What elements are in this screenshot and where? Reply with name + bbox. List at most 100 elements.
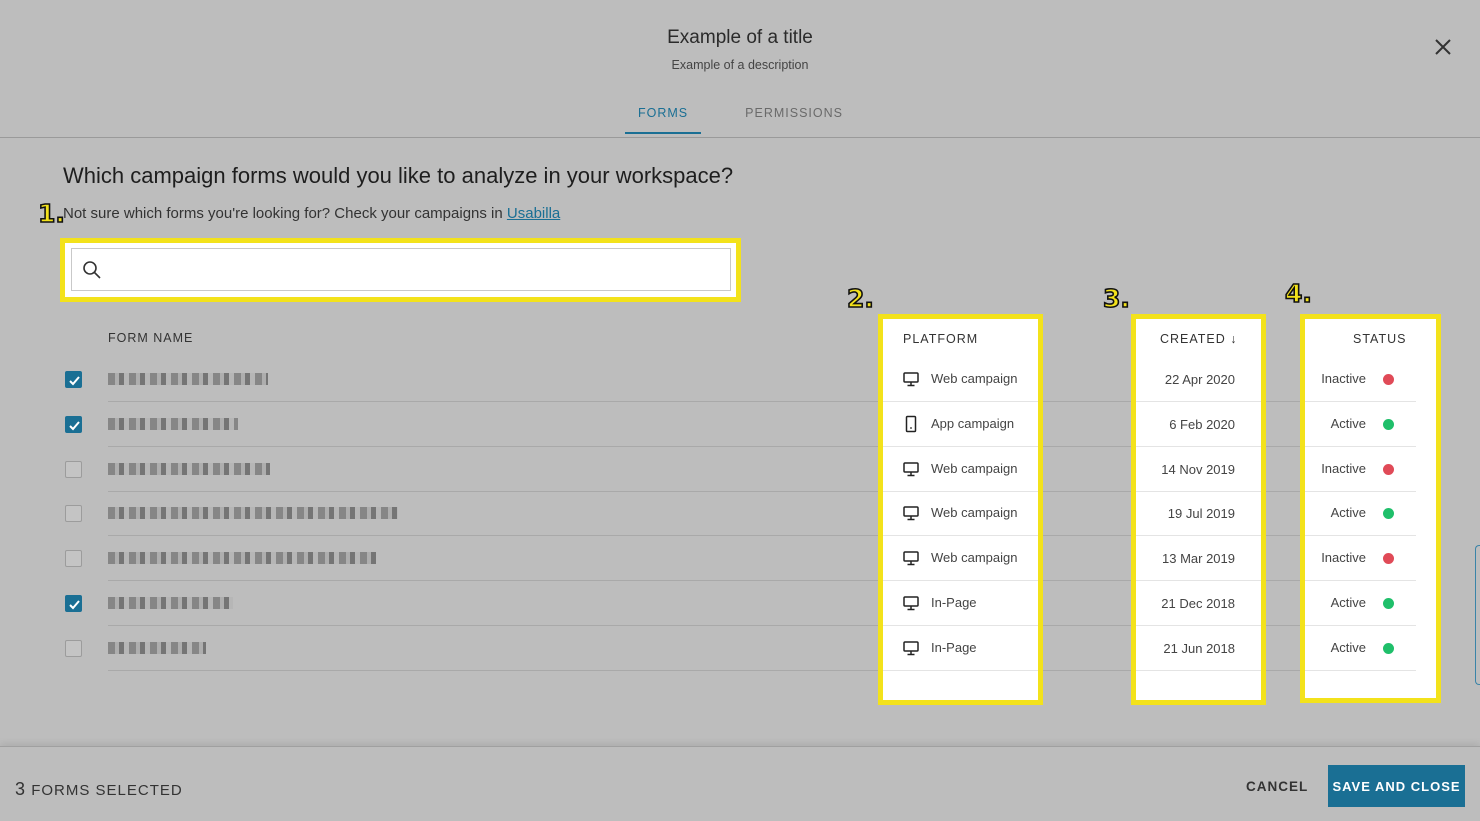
created-date: 6 Feb 2020 (1169, 416, 1235, 432)
usabilla-link[interactable]: Usabilla (507, 205, 560, 222)
row-checkbox[interactable] (65, 415, 82, 433)
hint-label: Not sure which forms you're looking for?… (63, 205, 507, 222)
tab-permissions[interactable]: PERMISSIONS (745, 106, 843, 134)
cancel-button[interactable]: CANCEL (1246, 779, 1308, 794)
desktop-icon (902, 639, 920, 660)
desktop-icon (902, 460, 920, 481)
tab-forms[interactable]: FORMS (625, 106, 702, 134)
row-checkbox[interactable] (65, 505, 82, 523)
marker-2: 2. (846, 283, 875, 314)
platform-column: PLATFORM Web campaign App campaign Web cam… (878, 314, 1043, 705)
status-inactive-dot (1383, 374, 1394, 385)
status-label: Active (1330, 505, 1366, 521)
page-question: Which campaign forms would you like to a… (63, 163, 734, 188)
cell-divider (1136, 669, 1261, 671)
cell-divider (1305, 669, 1416, 671)
search-field[interactable] (71, 248, 731, 291)
status-active-dot (1383, 508, 1394, 520)
form-name-redacted (108, 507, 398, 520)
mobile-icon (902, 415, 920, 436)
form-name-redacted (108, 417, 238, 430)
save-and-close-button[interactable]: SAVE AND CLOSE (1328, 765, 1465, 807)
desktop-icon (902, 370, 920, 391)
cell-divider (1305, 445, 1416, 447)
marker-1: 1. (37, 198, 66, 229)
status-inactive-dot (1383, 553, 1394, 565)
form-name-header: FORM NAME (108, 331, 194, 345)
row-checkbox[interactable] (65, 371, 82, 388)
platform-label: In-Page (931, 639, 977, 655)
cell-divider (883, 535, 1038, 537)
marker-4: 4. (1284, 278, 1313, 309)
search-input[interactable] (118, 257, 678, 283)
form-name-redacted (108, 373, 268, 385)
cell-divider (883, 625, 1038, 626)
status-header: STATUS (1353, 332, 1407, 346)
desktop-icon (902, 504, 920, 525)
status-label: Inactive (1321, 460, 1366, 476)
created-column[interactable]: CREATED ↓ 22 Apr 2020 6 Feb 2020 14 Nov 20… (1131, 314, 1266, 705)
created-date: 21 Dec 2018 (1161, 596, 1235, 611)
desktop-icon (902, 549, 920, 570)
row-checkbox[interactable] (65, 460, 82, 478)
cell-divider (1136, 445, 1261, 447)
form-name-redacted (108, 597, 233, 609)
modal-description: Example of a description (671, 58, 809, 72)
form-name-redacted (108, 462, 270, 475)
platform-header: PLATFORM (903, 332, 979, 346)
row-checkbox[interactable] (65, 595, 82, 612)
modal-title: Example of a title (667, 27, 813, 48)
status-label: Active (1330, 415, 1366, 431)
platform-label: Web campaign (931, 460, 1018, 476)
row-checkbox[interactable] (65, 639, 82, 657)
cell-divider (1136, 625, 1261, 626)
close-icon[interactable] (1430, 34, 1456, 60)
selection-count: 3 FORMS SELECTED (15, 779, 183, 800)
status-active-dot (1383, 598, 1394, 609)
tab-bar: FORMS PERMISSIONS (625, 106, 899, 134)
cell-divider (1305, 401, 1416, 402)
selected-count: 3 (15, 779, 27, 799)
cell-divider (883, 401, 1038, 402)
cell-divider (1136, 580, 1261, 582)
cell-divider (1136, 490, 1261, 492)
created-date: 13 Mar 2019 (1162, 551, 1235, 567)
search-highlight (60, 238, 741, 302)
form-name-redacted (108, 552, 376, 565)
desktop-icon (902, 594, 920, 615)
scrollbar-handle[interactable] (1475, 545, 1480, 685)
status-active-dot (1383, 418, 1394, 430)
search-icon (82, 260, 102, 285)
cell-divider (1305, 490, 1416, 492)
modal-footer: 3 FORMS SELECTED CANCEL SAVE AND CLOSE (0, 746, 1480, 821)
cell-divider (1305, 535, 1416, 537)
cell-divider (1305, 580, 1416, 582)
marker-3: 3. (1102, 283, 1131, 314)
created-date: 14 Nov 2019 (1161, 461, 1235, 477)
platform-label: In-Page (931, 595, 977, 610)
cell-divider (883, 580, 1038, 582)
status-inactive-dot (1383, 463, 1394, 475)
hint-text: Not sure which forms you're looking for?… (63, 205, 560, 222)
cell-divider (883, 445, 1038, 447)
cell-divider (1305, 625, 1416, 626)
platform-label: App campaign (931, 415, 1015, 431)
status-active-dot (1383, 642, 1394, 654)
selected-count-label: FORMS SELECTED (31, 782, 183, 799)
created-sort-header[interactable]: CREATED ↓ (1160, 332, 1238, 346)
status-label: Active (1330, 595, 1366, 610)
cell-divider (1136, 535, 1261, 537)
cell-divider (883, 490, 1038, 492)
modal-header: Example of a title Example of a descript… (0, 0, 1480, 138)
status-column: STATUS Inactive Active Inactive Active Inact… (1300, 314, 1441, 703)
status-label: Inactive (1321, 550, 1366, 566)
created-date: 21 Jun 2018 (1163, 640, 1235, 656)
status-label: Active (1330, 639, 1366, 655)
row-checkbox[interactable] (65, 550, 82, 568)
created-date: 19 Jul 2019 (1167, 506, 1235, 522)
status-label: Inactive (1321, 371, 1366, 386)
cell-divider (1136, 401, 1261, 402)
platform-label: Web campaign (931, 371, 1018, 386)
cell-divider (883, 669, 1038, 671)
created-date: 22 Apr 2020 (1164, 372, 1235, 387)
